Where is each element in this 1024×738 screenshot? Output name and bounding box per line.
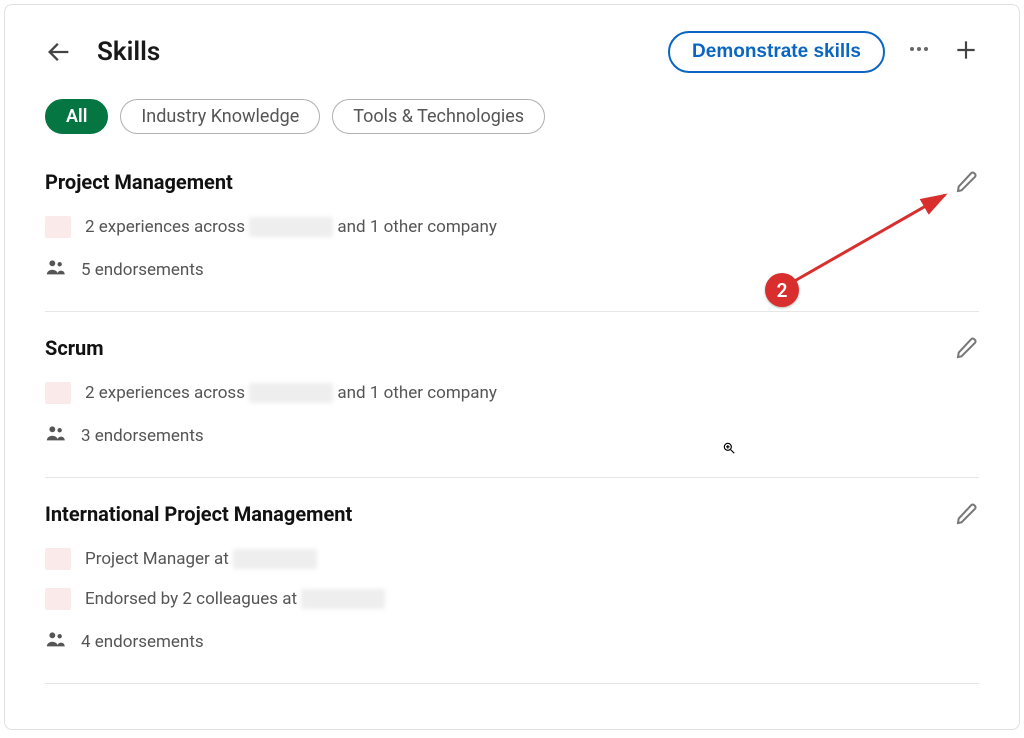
- skill-meta-row: 3 endorsements: [45, 422, 979, 449]
- back-button[interactable]: [45, 38, 73, 66]
- ellipsis-icon: [907, 37, 931, 61]
- skill-role-text: Project Manager at: [85, 549, 317, 570]
- filter-chip-row: All Industry Knowledge Tools & Technologie…: [45, 99, 979, 134]
- redacted-text: [249, 383, 333, 403]
- skill-meta-row: 2 experiences across and 1 other company: [45, 382, 979, 404]
- skill-meta-row: Project Manager at: [45, 548, 979, 570]
- skill-name: Project Management: [45, 170, 233, 194]
- redacted-text: [301, 589, 385, 609]
- edit-skill-button[interactable]: [955, 502, 979, 530]
- company-logo-thumb: [45, 548, 71, 570]
- people-icon: [45, 422, 67, 444]
- pencil-icon: [955, 170, 979, 194]
- skill-meta-row: Endorsed by 2 colleagues at: [45, 588, 979, 610]
- pencil-icon: [955, 502, 979, 526]
- header-row: Skills Demonstrate skills: [45, 31, 979, 73]
- skill-name: International Project Management: [45, 502, 352, 526]
- header-actions: Demonstrate skills: [668, 31, 979, 73]
- redacted-text: [233, 549, 317, 569]
- edit-skill-button[interactable]: [955, 336, 979, 364]
- skill-meta-row: 2 experiences across and 1 other company: [45, 216, 979, 238]
- company-logo-thumb: [45, 382, 71, 404]
- skill-item: Scrum 2 experiences across and 1 other co…: [45, 336, 979, 478]
- skill-item: International Project Management Project …: [45, 502, 979, 684]
- endorsements-icon-wrap: [45, 256, 67, 283]
- skill-item-header: International Project Management: [45, 502, 979, 548]
- skill-item-header: Scrum: [45, 336, 979, 382]
- edit-skill-button[interactable]: [955, 170, 979, 198]
- endorsements-count-text: 4 endorsements: [81, 632, 204, 652]
- skill-experience-text: 2 experiences across and 1 other company: [85, 217, 497, 238]
- plus-icon: [953, 37, 979, 63]
- arrow-left-icon: [45, 38, 73, 66]
- company-logo-thumb: [45, 216, 71, 238]
- skill-name: Scrum: [45, 336, 104, 360]
- skill-item-header: Project Management: [45, 170, 979, 216]
- people-icon: [45, 256, 67, 278]
- endorsements-count-text: 3 endorsements: [81, 426, 204, 446]
- skill-experience-text: 2 experiences across and 1 other company: [85, 383, 497, 404]
- page-title: Skills: [97, 37, 160, 67]
- demonstrate-skills-button[interactable]: Demonstrate skills: [668, 31, 885, 73]
- endorsements-count-text: 5 endorsements: [81, 260, 204, 280]
- endorsements-icon-wrap: [45, 422, 67, 449]
- skill-item: Project Management 2 experiences across a…: [45, 170, 979, 312]
- more-menu-button[interactable]: [907, 37, 931, 67]
- skills-list: Project Management 2 experiences across a…: [45, 170, 979, 684]
- people-icon: [45, 628, 67, 650]
- header-left: Skills: [45, 37, 160, 67]
- skill-colleagues-text: Endorsed by 2 colleagues at: [85, 589, 385, 610]
- add-skill-button[interactable]: [953, 37, 979, 67]
- redacted-text: [249, 217, 333, 237]
- filter-chip-all[interactable]: All: [45, 99, 108, 134]
- endorsements-icon-wrap: [45, 628, 67, 655]
- filter-chip-industry-knowledge[interactable]: Industry Knowledge: [120, 99, 320, 134]
- skill-meta-row: 4 endorsements: [45, 628, 979, 655]
- skill-meta-row: 5 endorsements: [45, 256, 979, 283]
- skills-panel: Skills Demonstrate skills All Industry Kn…: [4, 4, 1020, 730]
- pencil-icon: [955, 336, 979, 360]
- filter-chip-tools-technologies[interactable]: Tools & Technologies: [332, 99, 545, 134]
- company-logo-thumb: [45, 588, 71, 610]
